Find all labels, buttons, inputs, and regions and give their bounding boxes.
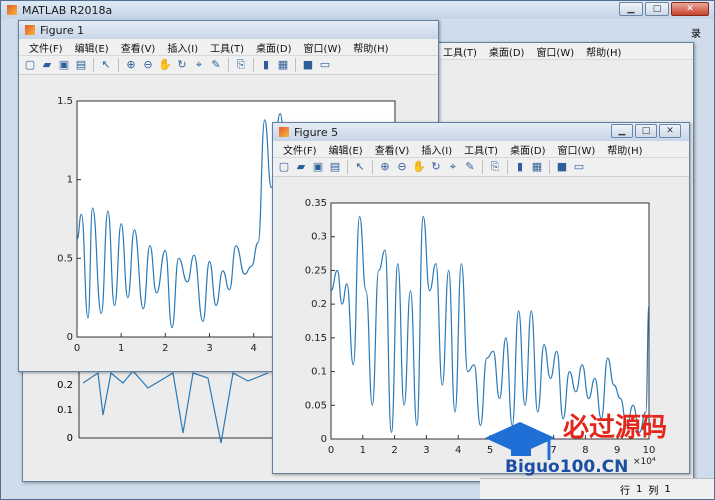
main-window-controls: ▁ □ ✕ [619, 2, 709, 16]
y-tick-label: 1.5 [57, 96, 73, 107]
bg-line-series [82, 370, 269, 444]
minimize-button[interactable]: ▁ [619, 2, 643, 16]
x-tick-label: 4 [455, 445, 461, 456]
pan-icon[interactable]: ✋ [158, 58, 172, 72]
x-tick-label: 1 [118, 343, 124, 354]
bg-ytick-0: 0 [67, 433, 73, 444]
x-tick-label: 3 [423, 445, 429, 456]
figure1-menubar: 文件(F) 编辑(E) 查看(V) 插入(I) 工具(T) 桌面(D) 窗口(W… [19, 39, 438, 56]
f1-menu-view[interactable]: 查看(V) [115, 40, 162, 55]
f1-menu-insert[interactable]: 插入(I) [161, 40, 204, 55]
link-plot-icon[interactable]: ⎘ [234, 58, 248, 72]
f5-menu-edit[interactable]: 编辑(E) [323, 142, 369, 157]
link-plot-icon[interactable]: ⎘ [488, 160, 502, 174]
y-tick-label: 0.35 [305, 198, 327, 209]
pointer-icon[interactable]: ↖ [99, 58, 113, 72]
save-icon[interactable]: ▣ [311, 160, 325, 174]
y-tick-label: 0.1 [311, 367, 327, 378]
figure5-title: Figure 5 [294, 125, 339, 139]
f5-menu-insert[interactable]: 插入(I) [415, 142, 458, 157]
y-tick-label: 0.5 [57, 253, 73, 264]
y-tick-label: 1 [67, 175, 73, 186]
y-tick-label: 0.3 [311, 232, 327, 243]
f1-menu-desktop[interactable]: 桌面(D) [250, 40, 298, 55]
zoom-in-icon[interactable]: ⊕ [378, 160, 392, 174]
legend-icon[interactable]: ▦ [276, 58, 290, 72]
show-plot-tools-icon[interactable]: ▭ [318, 58, 332, 72]
bg-ytick-0.2: 0.2 [57, 380, 73, 391]
new-file-icon[interactable]: ▢ [23, 58, 37, 72]
x-tick-label: 0 [74, 343, 80, 354]
zoom-out-icon[interactable]: ⊖ [395, 160, 409, 174]
save-icon[interactable]: ▣ [57, 58, 71, 72]
f5-menu-window[interactable]: 窗口(W) [552, 142, 602, 157]
y-tick-label: 0.2 [311, 299, 327, 310]
maximize-button[interactable]: □ [645, 2, 669, 16]
y-tick-label: 0 [67, 332, 73, 343]
colorbar-icon[interactable]: ▮ [513, 160, 527, 174]
brush-icon[interactable]: ✎ [463, 160, 477, 174]
f5-menu-view[interactable]: 查看(V) [369, 142, 416, 157]
x-tick-label: 0 [328, 445, 334, 456]
f5-menu-desktop[interactable]: 桌面(D) [504, 142, 552, 157]
f5-close-button[interactable]: ✕ [659, 124, 681, 138]
x-tick-label: 3 [206, 343, 212, 354]
colorbar-icon[interactable]: ▮ [259, 58, 273, 72]
f1-menu-file[interactable]: 文件(F) [23, 40, 69, 55]
watermark-main: 必过源码 [563, 413, 667, 443]
brush-icon[interactable]: ✎ [209, 58, 223, 72]
f5-menu-help[interactable]: 帮助(H) [601, 142, 648, 157]
datatip-icon[interactable]: ⌖ [446, 160, 460, 174]
figure5-icon [279, 127, 289, 137]
figure1-icon [25, 25, 35, 35]
f1-menu-help[interactable]: 帮助(H) [347, 40, 394, 55]
f5-maximize-button[interactable]: □ [635, 124, 657, 138]
hide-plot-tools-icon[interactable]: ■ [555, 160, 569, 174]
watermark-site: Biguo100.CN [505, 457, 628, 477]
f1-menu-edit[interactable]: 编辑(E) [69, 40, 115, 55]
legend-icon[interactable]: ▦ [530, 160, 544, 174]
figure1-title: Figure 1 [40, 23, 85, 37]
x-tick-label: 2 [162, 343, 168, 354]
f1-menu-window[interactable]: 窗口(W) [298, 40, 348, 55]
open-folder-icon[interactable]: ▰ [40, 58, 54, 72]
open-folder-icon[interactable]: ▰ [294, 160, 308, 174]
pointer-icon[interactable]: ↖ [353, 160, 367, 174]
x-tick-label: 4 [250, 343, 256, 354]
figure5-toolbar: ▢ ▰ ▣ ▤ ↖ ⊕ ⊖ ✋ ↻ ⌖ ✎ ⎘ ▮ ▦ ■ ▭ [273, 158, 689, 177]
watermark: 必过源码 Biguo100.CN [475, 400, 715, 490]
y-tick-label: 0.15 [305, 333, 327, 344]
rotate-icon[interactable]: ↻ [175, 58, 189, 72]
y-tick-label: 0 [321, 434, 327, 445]
close-button[interactable]: ✕ [671, 2, 709, 16]
print-icon[interactable]: ▤ [74, 58, 88, 72]
print-icon[interactable]: ▤ [328, 160, 342, 174]
figure5-window-controls: ▁ □ ✕ [611, 124, 681, 138]
zoom-out-icon[interactable]: ⊖ [141, 58, 155, 72]
figure1-titlebar: Figure 1 [19, 21, 438, 39]
x-tick-label: 2 [391, 445, 397, 456]
y-tick-label: 0.05 [305, 400, 327, 411]
datatip-icon[interactable]: ⌖ [192, 58, 206, 72]
f1-menu-tools[interactable]: 工具(T) [204, 40, 250, 55]
pan-icon[interactable]: ✋ [412, 160, 426, 174]
f5-menu-tools[interactable]: 工具(T) [458, 142, 504, 157]
f5-minimize-button[interactable]: ▁ [611, 124, 633, 138]
zoom-in-icon[interactable]: ⊕ [124, 58, 138, 72]
new-file-icon[interactable]: ▢ [277, 160, 291, 174]
x-tick-label: 1 [360, 445, 366, 456]
matlab-logo-icon [7, 5, 17, 15]
f5-menu-file[interactable]: 文件(F) [277, 142, 323, 157]
hide-plot-tools-icon[interactable]: ■ [301, 58, 315, 72]
main-titlebar: MATLAB R2018a [1, 1, 714, 19]
main-window-title: MATLAB R2018a [22, 3, 113, 17]
figure5-menubar: 文件(F) 编辑(E) 查看(V) 插入(I) 工具(T) 桌面(D) 窗口(W… [273, 141, 689, 158]
figure1-toolbar: ▢ ▰ ▣ ▤ ↖ ⊕ ⊖ ✋ ↻ ⌖ ✎ ⎘ ▮ ▦ ■ ▭ [19, 56, 438, 75]
login-fragment[interactable]: 录 [691, 25, 701, 40]
y-tick-label: 0.25 [305, 265, 327, 276]
watermark-logo: 必过源码 Biguo100.CN [485, 413, 667, 477]
rotate-icon[interactable]: ↻ [429, 160, 443, 174]
show-plot-tools-icon[interactable]: ▭ [572, 160, 586, 174]
bg-ytick-0.1: 0.1 [57, 405, 73, 416]
